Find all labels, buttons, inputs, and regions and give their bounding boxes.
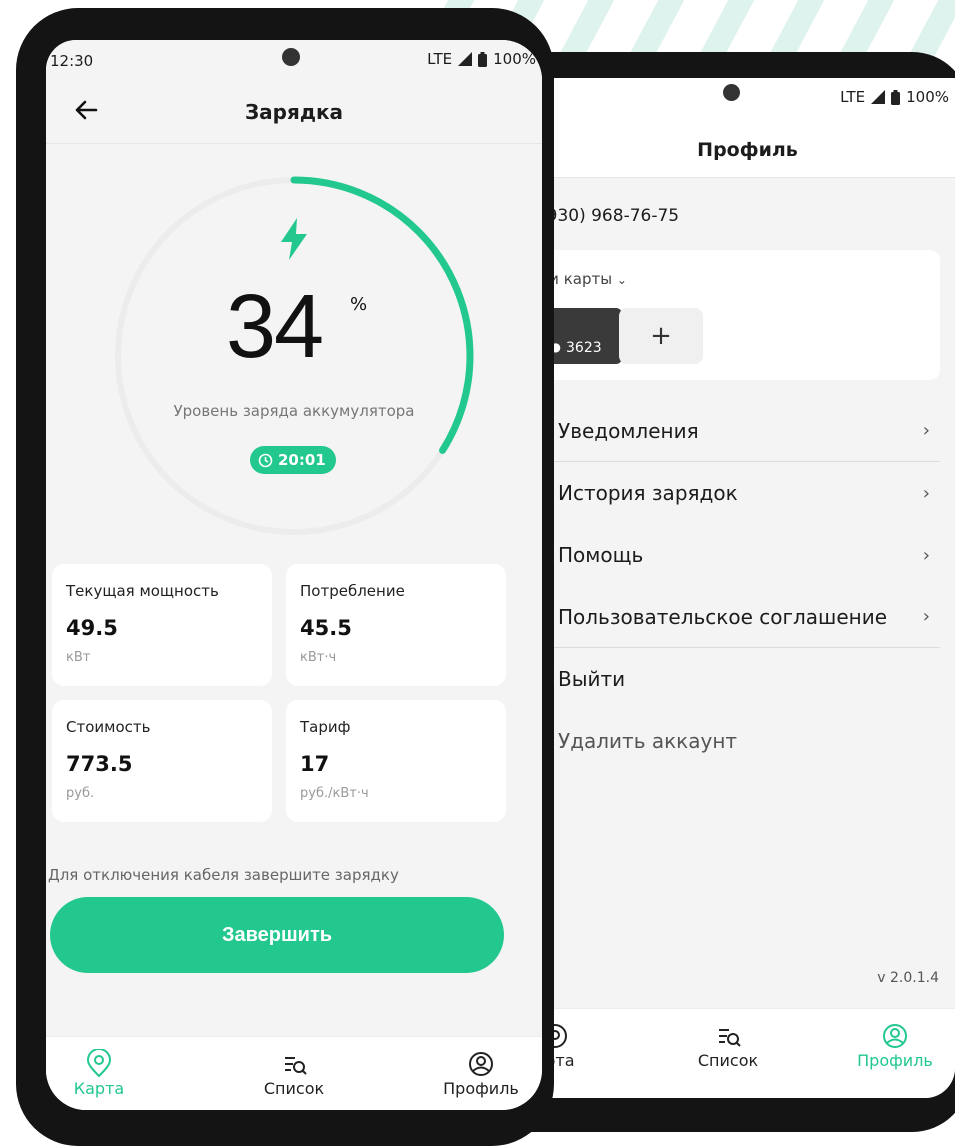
tile-unit: руб.: [66, 786, 95, 801]
menu-item-delete-account[interactable]: Удалить аккаунт: [540, 710, 940, 772]
list-search-icon: [719, 1029, 741, 1047]
nav-map[interactable]: Карта: [46, 1049, 154, 1098]
menu-item-label: Удалить аккаунт: [558, 729, 738, 753]
nav-label: Карта: [73, 1079, 125, 1098]
menu-item-label: Пользовательское соглашение: [558, 604, 888, 629]
profile-header: Профиль: [540, 122, 955, 178]
signal-icon: [458, 52, 473, 66]
nav-label: Список: [697, 1051, 759, 1070]
chevron-right-icon: ›: [922, 544, 930, 566]
cards-section: ои карты ⌄ ●● 3623 +: [540, 250, 940, 380]
tile-value: 17: [300, 752, 330, 776]
timer-badge: 20:01: [250, 446, 336, 474]
app-version: v 2.0.1.4: [877, 970, 939, 986]
charging-screen: 12:30 LTE 100% Зарядка 34 % Уровень заря…: [46, 40, 542, 1110]
tile-label: Тариф: [300, 718, 351, 736]
tile-value: 45.5: [300, 616, 352, 640]
plus-icon: +: [650, 321, 672, 351]
menu-item-label: История зарядок: [558, 481, 738, 505]
menu-item-logout[interactable]: Выйти: [540, 648, 940, 710]
tile-unit: руб./кВт·ч: [300, 786, 369, 801]
tile-consumption: Потребление 45.5 кВт·ч: [286, 564, 506, 686]
battery-icon: [478, 51, 488, 67]
tile-unit: кВт·ч: [300, 650, 337, 665]
menu-item-label: Выйти: [558, 667, 626, 691]
tile-label: Потребление: [300, 582, 405, 600]
battery-label: 100%: [906, 88, 949, 106]
map-pin-icon: [86, 1049, 112, 1078]
timer-value: 20:01: [278, 451, 326, 469]
nav-label: Список: [263, 1079, 325, 1098]
chevron-right-icon: ›: [922, 606, 930, 627]
tile-tariff: Тариф 17 руб./кВт·ч: [286, 700, 506, 822]
chevron-right-icon: ›: [922, 482, 930, 504]
finish-charging-button[interactable]: Завершить: [50, 897, 504, 973]
clock-icon: [258, 453, 273, 467]
chevron-right-icon: ›: [922, 420, 930, 441]
page-title: Профиль: [697, 138, 798, 161]
bottom-nav: арта Список Профиль: [540, 1008, 955, 1098]
charge-percent: 34: [226, 277, 324, 377]
menu-item-label: Уведомления: [558, 418, 699, 443]
status-bar: 0 LTE 100%: [540, 78, 955, 122]
list-search-icon: [285, 1057, 307, 1075]
menu-item-history[interactable]: История зарядок ›: [540, 462, 940, 524]
disconnect-hint: Для отключения кабеля завершите зарядку: [48, 866, 399, 884]
percent-sign: %: [350, 294, 368, 315]
tile-unit: кВт: [66, 650, 91, 665]
charging-header: Зарядка: [46, 80, 542, 144]
profile-icon: [883, 1024, 907, 1048]
nav-profile[interactable]: Профиль: [426, 1049, 536, 1098]
charge-caption: Уровень заряда аккумулятора: [173, 402, 415, 420]
status-bar: 12:30 LTE 100%: [46, 40, 542, 80]
battery-icon: [891, 89, 901, 105]
menu-item-help[interactable]: Помощь ›: [540, 524, 940, 586]
network-label: LTE: [427, 50, 453, 68]
tile-power: Текущая мощность 49.5 кВт: [52, 564, 272, 686]
profile-menu: Уведомления › История зарядок › Помощь ›…: [540, 400, 940, 772]
chevron-down-icon: ⌄: [616, 273, 627, 287]
tile-label: Стоимость: [66, 718, 151, 736]
nav-label: Профиль: [857, 1051, 933, 1070]
tile-value: 49.5: [66, 616, 118, 640]
menu-item-label: Помощь: [558, 543, 644, 567]
nav-label: Профиль: [443, 1079, 519, 1098]
menu-item-notifications[interactable]: Уведомления ›: [540, 400, 940, 462]
page-title: Зарядка: [244, 100, 344, 124]
add-card-button[interactable]: +: [619, 308, 703, 364]
camera-icon: [282, 48, 300, 66]
nav-list[interactable]: Список: [239, 1049, 349, 1098]
bottom-nav: Карта Список Профиль: [46, 1036, 542, 1110]
tile-cost: Стоимость 773.5 руб.: [52, 700, 272, 822]
menu-item-agreement[interactable]: Пользовательское соглашение ›: [540, 586, 940, 648]
signal-icon: [871, 90, 886, 104]
network-label: LTE: [840, 88, 866, 106]
user-phone: (930) 968-76-75: [540, 206, 680, 226]
lightning-icon: [281, 218, 307, 260]
profile-icon: [469, 1052, 493, 1076]
status-time: 12:30: [50, 52, 94, 70]
camera-icon: [723, 84, 740, 101]
nav-list[interactable]: Список: [673, 1021, 783, 1070]
profile-screen: 0 LTE 100% Профиль (930) 968-76-75 ои ка…: [540, 78, 955, 1098]
tile-label: Текущая мощность: [66, 582, 219, 600]
tile-value: 773.5: [66, 752, 133, 776]
nav-profile[interactable]: Профиль: [840, 1021, 950, 1070]
card-number: 3623: [566, 340, 602, 356]
phone-frame-front: 12:30 LTE 100% Зарядка 34 % Уровень заря…: [16, 8, 554, 1146]
battery-label: 100%: [493, 50, 536, 68]
